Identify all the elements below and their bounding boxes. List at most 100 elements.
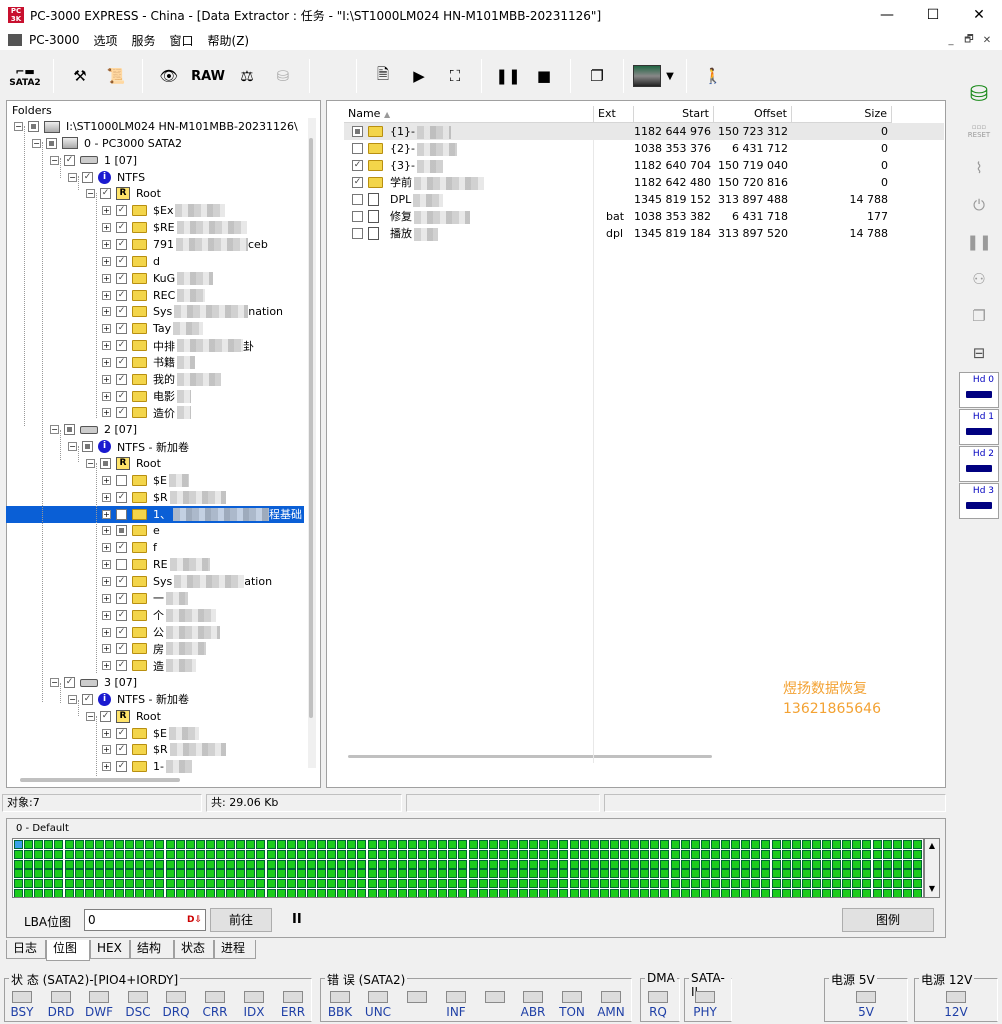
lba-block[interactable] xyxy=(387,869,397,879)
node-checkbox[interactable]: ✓ xyxy=(116,727,127,739)
lba-block[interactable] xyxy=(508,849,518,859)
node-checkbox[interactable]: ✓ xyxy=(116,542,127,554)
lba-block[interactable] xyxy=(226,869,236,879)
lba-block[interactable] xyxy=(84,849,94,859)
lba-block[interactable] xyxy=(428,849,438,859)
lba-block[interactable] xyxy=(44,849,54,859)
node-checkbox[interactable]: ✓ xyxy=(64,677,75,689)
lba-block[interactable] xyxy=(519,869,528,879)
lba-block[interactable] xyxy=(882,889,892,897)
lba-block[interactable] xyxy=(680,849,690,859)
lba-block[interactable] xyxy=(751,859,761,869)
lba-block[interactable] xyxy=(892,889,902,897)
lba-block[interactable] xyxy=(216,849,225,859)
lba-block[interactable] xyxy=(347,859,357,869)
lba-block[interactable] xyxy=(721,840,730,849)
lba-block[interactable] xyxy=(94,869,104,879)
lba-block[interactable] xyxy=(771,840,781,849)
lba-block[interactable] xyxy=(842,889,852,897)
lba-block[interactable] xyxy=(912,859,922,869)
lba-block[interactable] xyxy=(791,869,801,879)
lba-block[interactable] xyxy=(549,840,559,849)
lba-block[interactable] xyxy=(680,889,690,897)
lba-block[interactable] xyxy=(710,849,720,859)
node-checkbox[interactable]: ✓ xyxy=(116,761,127,773)
lba-block[interactable] xyxy=(569,840,579,849)
lba-block[interactable] xyxy=(822,869,831,879)
lba-block[interactable] xyxy=(852,889,862,897)
lba-block[interactable] xyxy=(64,889,74,897)
lba-block[interactable] xyxy=(559,879,569,889)
tree-node[interactable]: + ✓ $E xyxy=(102,725,199,742)
node-checkbox[interactable]: ✓ xyxy=(116,643,127,655)
lba-block[interactable] xyxy=(64,859,74,869)
lba-block[interactable] xyxy=(347,869,357,879)
lba-block[interactable] xyxy=(317,840,326,849)
lba-block[interactable] xyxy=(357,879,367,889)
lba-block[interactable] xyxy=(832,869,842,879)
lba-block[interactable] xyxy=(357,889,367,897)
lba-block[interactable] xyxy=(640,859,650,869)
tree-node[interactable]: +1、 程基础 xyxy=(6,505,304,523)
lba-block[interactable] xyxy=(115,879,124,889)
lba-block[interactable] xyxy=(54,869,64,879)
lba-block[interactable] xyxy=(94,849,104,859)
lba-block[interactable] xyxy=(832,840,842,849)
lba-block[interactable] xyxy=(84,879,94,889)
expand-icon[interactable]: + xyxy=(102,576,111,586)
lba-block[interactable] xyxy=(488,879,498,889)
lba-block[interactable] xyxy=(882,869,892,879)
database-icon[interactable]: ⛁ xyxy=(959,76,999,112)
lba-block[interactable] xyxy=(599,879,609,889)
lba-block[interactable] xyxy=(125,879,135,889)
lba-block[interactable] xyxy=(104,879,114,889)
lba-block[interactable] xyxy=(54,849,64,859)
lba-block[interactable] xyxy=(327,869,337,879)
lba-block[interactable] xyxy=(892,840,902,849)
lba-block[interactable] xyxy=(185,869,195,879)
lba-block[interactable] xyxy=(710,889,720,897)
lba-block[interactable] xyxy=(690,849,700,859)
tree-node[interactable]: + ✓ 791 ceb xyxy=(102,236,268,253)
lba-block[interactable] xyxy=(721,879,730,889)
lba-block[interactable] xyxy=(498,889,508,897)
tree-node[interactable]: + ✓ $Ex xyxy=(102,202,226,219)
lba-block[interactable] xyxy=(670,889,680,897)
lba-block[interactable] xyxy=(589,889,599,897)
expand-icon[interactable]: + xyxy=(102,526,111,536)
lba-block[interactable] xyxy=(205,869,215,879)
lba-block[interactable] xyxy=(276,840,286,849)
lba-block[interactable] xyxy=(468,889,478,897)
lba-block[interactable] xyxy=(630,859,640,869)
lba-block[interactable] xyxy=(811,840,821,849)
lba-block[interactable] xyxy=(539,840,549,849)
lba-block[interactable] xyxy=(569,849,579,859)
lba-block[interactable] xyxy=(559,869,569,879)
node-checkbox[interactable]: ✓ xyxy=(116,238,127,250)
lba-block[interactable] xyxy=(205,859,215,869)
lba-block[interactable] xyxy=(448,849,458,859)
lba-block[interactable] xyxy=(731,889,741,897)
power-switch-icon[interactable]: ⌇ xyxy=(959,150,999,186)
expand-icon[interactable]: + xyxy=(102,239,111,249)
lba-block[interactable] xyxy=(306,889,316,897)
lba-block[interactable] xyxy=(74,879,84,889)
copy-icon[interactable]: ❐ xyxy=(959,298,999,334)
lba-block[interactable] xyxy=(660,889,670,897)
lba-block[interactable] xyxy=(428,869,438,879)
lba-block[interactable] xyxy=(317,889,326,897)
lba-block[interactable] xyxy=(468,840,478,849)
expand-icon[interactable]: + xyxy=(102,593,111,603)
lba-block[interactable] xyxy=(74,869,84,879)
lba-block[interactable] xyxy=(337,840,347,849)
lba-block[interactable] xyxy=(731,840,741,849)
lba-block[interactable] xyxy=(337,879,347,889)
minimize-button[interactable]: — xyxy=(864,0,910,30)
lba-block[interactable] xyxy=(478,840,488,849)
lba-block[interactable] xyxy=(14,869,23,879)
lba-block[interactable] xyxy=(387,859,397,869)
lba-block[interactable] xyxy=(246,869,256,879)
maximize-button[interactable]: ☐ xyxy=(910,0,956,30)
lba-block[interactable] xyxy=(115,840,124,849)
lba-block[interactable] xyxy=(387,840,397,849)
